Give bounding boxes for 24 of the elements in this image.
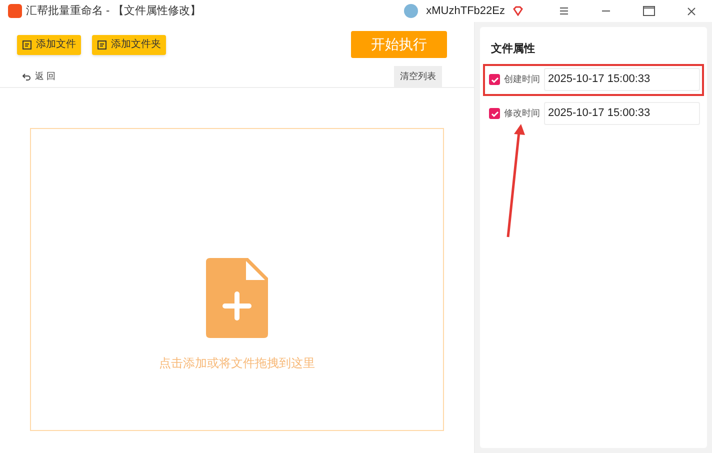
clear-list-button[interactable]: 清空列表 xyxy=(394,66,442,88)
back-icon xyxy=(22,72,31,80)
maximize-icon[interactable] xyxy=(643,6,655,16)
window-title: 汇帮批量重命名 - 【文件属性修改】 xyxy=(26,4,201,19)
folder-icon xyxy=(97,40,107,50)
datetime-field[interactable]: 2025-10-17 15:00:33 xyxy=(544,68,700,91)
back-button[interactable]: 返 回 xyxy=(22,70,56,84)
avatar-icon xyxy=(404,4,418,18)
panel-title: 文件属性 xyxy=(490,42,536,57)
drop-hint: 点击添加或将文件拖拽到这里 xyxy=(159,354,315,372)
add-button[interactable]: 添加文件夹 xyxy=(92,34,166,54)
add-file-icon xyxy=(206,258,268,338)
menu-icon[interactable] xyxy=(559,6,569,16)
datetime-field[interactable]: 2025-10-17 15:00:33 xyxy=(544,102,700,125)
close-icon[interactable] xyxy=(687,6,696,16)
add-button[interactable]: 添加文件 xyxy=(17,34,81,54)
file-icon xyxy=(22,40,32,50)
app-logo-icon xyxy=(8,4,22,18)
field-label: 创建时间 xyxy=(504,72,540,86)
diamond-icon xyxy=(513,6,523,16)
field-label: 修改时间 xyxy=(504,106,540,120)
checkbox[interactable] xyxy=(489,108,500,119)
username: xMUzhTFb22Ez xyxy=(426,4,505,19)
checkbox[interactable] xyxy=(489,74,500,85)
